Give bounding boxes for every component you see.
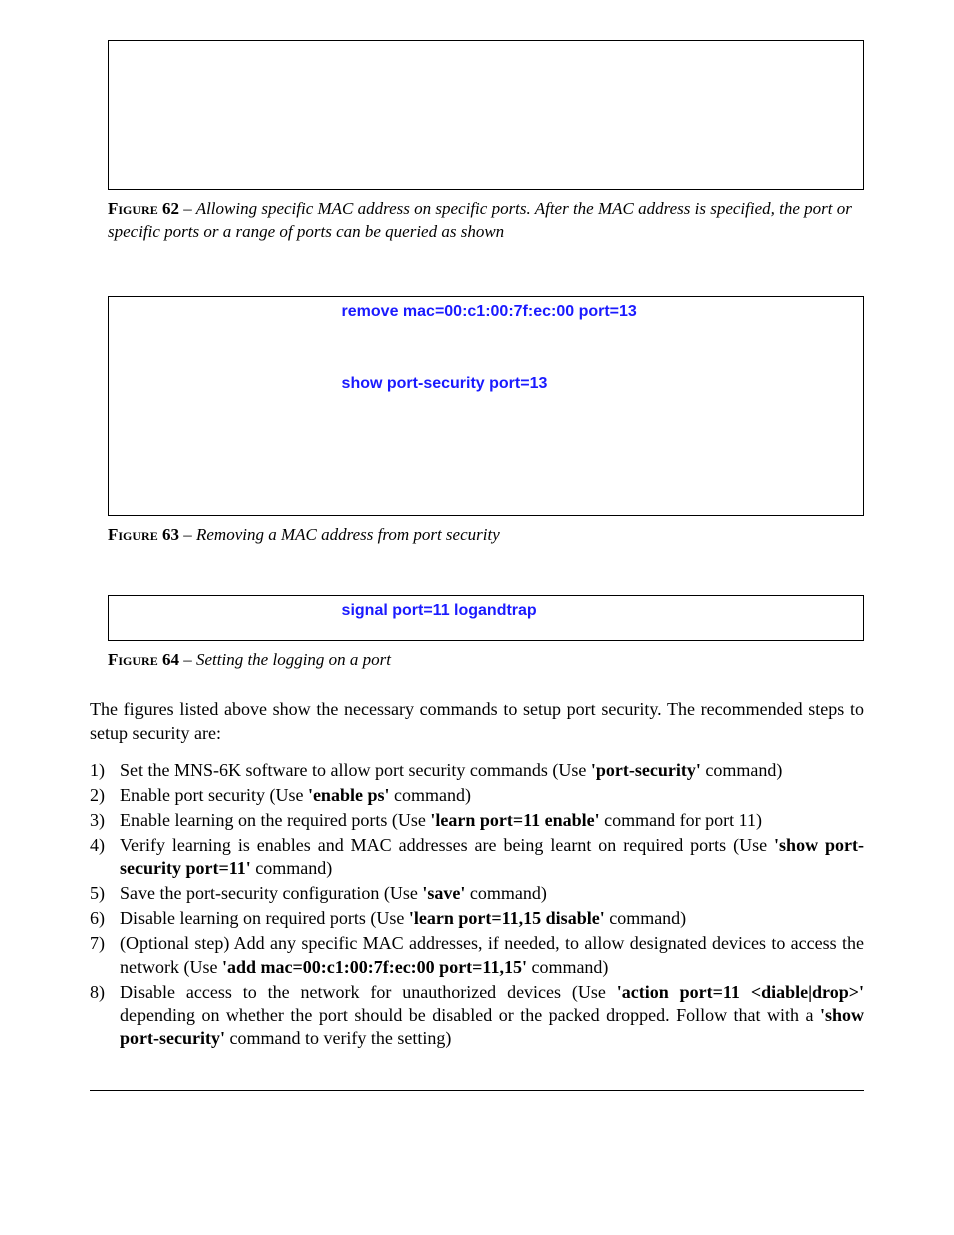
- figure-63-caption: Figure 63 – Removing a MAC address from …: [108, 524, 864, 547]
- step-item: (Optional step) Add any specific MAC add…: [90, 932, 864, 978]
- step-text: Enable port security (Use: [120, 785, 308, 805]
- step-command: 'port-security': [591, 760, 701, 780]
- intro-paragraph: The figures listed above show the necess…: [90, 698, 864, 746]
- terminal-line: Magnum6K25(port-security)## signal port=…: [121, 602, 851, 620]
- figure-63-desc: Removing a MAC address from port securit…: [196, 525, 500, 544]
- step-command: 'enable ps': [308, 785, 390, 805]
- step-text: command): [389, 785, 470, 805]
- figure-64-desc: Setting the logging on a port: [196, 650, 391, 669]
- step-text: Save the port-security configuration (Us…: [120, 883, 422, 903]
- step-item: Disable learning on required ports (Use …: [90, 907, 864, 930]
- figure-62-label: Figure 62: [108, 199, 179, 218]
- figure-62-caption: Figure 62 – Allowing specific MAC addres…: [108, 198, 864, 244]
- step-text: Enable learning on the required ports (U…: [120, 810, 430, 830]
- step-text: command): [527, 957, 608, 977]
- step-command: 'action port=11 <diable|drop>': [617, 982, 864, 1002]
- figure-64-label: Figure 64: [108, 650, 179, 669]
- step-text: Verify learning is enables and MAC addre…: [120, 835, 774, 855]
- terminal-line: Magnum6K25(port-security)## remove mac=0…: [121, 303, 851, 321]
- figure-63-box: Magnum6K25(port-security)## remove mac=0…: [108, 296, 864, 516]
- step-text: command): [251, 858, 332, 878]
- figure-62-box: [108, 40, 864, 190]
- step-item: Enable learning on the required ports (U…: [90, 809, 864, 832]
- steps-list: Set the MNS-6K software to allow port se…: [90, 759, 864, 1049]
- figure-64-caption: Figure 64 – Setting the logging on a por…: [108, 649, 864, 672]
- caption-dash: –: [183, 525, 196, 544]
- step-text: command): [605, 908, 686, 928]
- step-text: Set the MNS-6K software to allow port se…: [120, 760, 591, 780]
- command-remove-mac: remove mac=00:c1:00:7f:ec:00 port=13: [342, 303, 637, 320]
- step-text: Disable learning on required ports (Use: [120, 908, 409, 928]
- step-command: 'learn port=11 enable': [430, 810, 599, 830]
- caption-dash: –: [183, 199, 195, 218]
- document-page: Figure 62 – Allowing specific MAC addres…: [0, 0, 954, 1131]
- footer-rule: [90, 1090, 864, 1091]
- step-command: 'add mac=00:c1:00:7f:ec:00 port=11,15': [222, 957, 527, 977]
- step-command: 'learn port=11,15 disable': [409, 908, 605, 928]
- command-show-port-security: show port-security port=13: [342, 375, 548, 392]
- step-item: Disable access to the network for unauth…: [90, 981, 864, 1050]
- step-command: 'save': [422, 883, 465, 903]
- caption-dash: –: [183, 650, 196, 669]
- terminal-line: Magnum6K25(port-security)## show port-se…: [121, 375, 851, 393]
- step-text: Disable access to the network for unauth…: [120, 982, 617, 1002]
- step-item: Set the MNS-6K software to allow port se…: [90, 759, 864, 782]
- figure-62-desc: Allowing specific MAC address on specifi…: [108, 199, 852, 241]
- figure-64-box: Magnum6K25(port-security)## signal port=…: [108, 595, 864, 641]
- step-text: command): [701, 760, 782, 780]
- step-text: command for port 11): [600, 810, 762, 830]
- step-text: depending on whether the port should be …: [120, 1005, 820, 1025]
- step-text: command): [465, 883, 546, 903]
- step-text: command to verify the setting): [225, 1028, 451, 1048]
- step-item: Save the port-security configuration (Us…: [90, 882, 864, 905]
- command-signal-port: signal port=11 logandtrap: [342, 602, 537, 619]
- step-item: Enable port security (Use 'enable ps' co…: [90, 784, 864, 807]
- step-item: Verify learning is enables and MAC addre…: [90, 834, 864, 880]
- figure-63-label: Figure 63: [108, 525, 179, 544]
